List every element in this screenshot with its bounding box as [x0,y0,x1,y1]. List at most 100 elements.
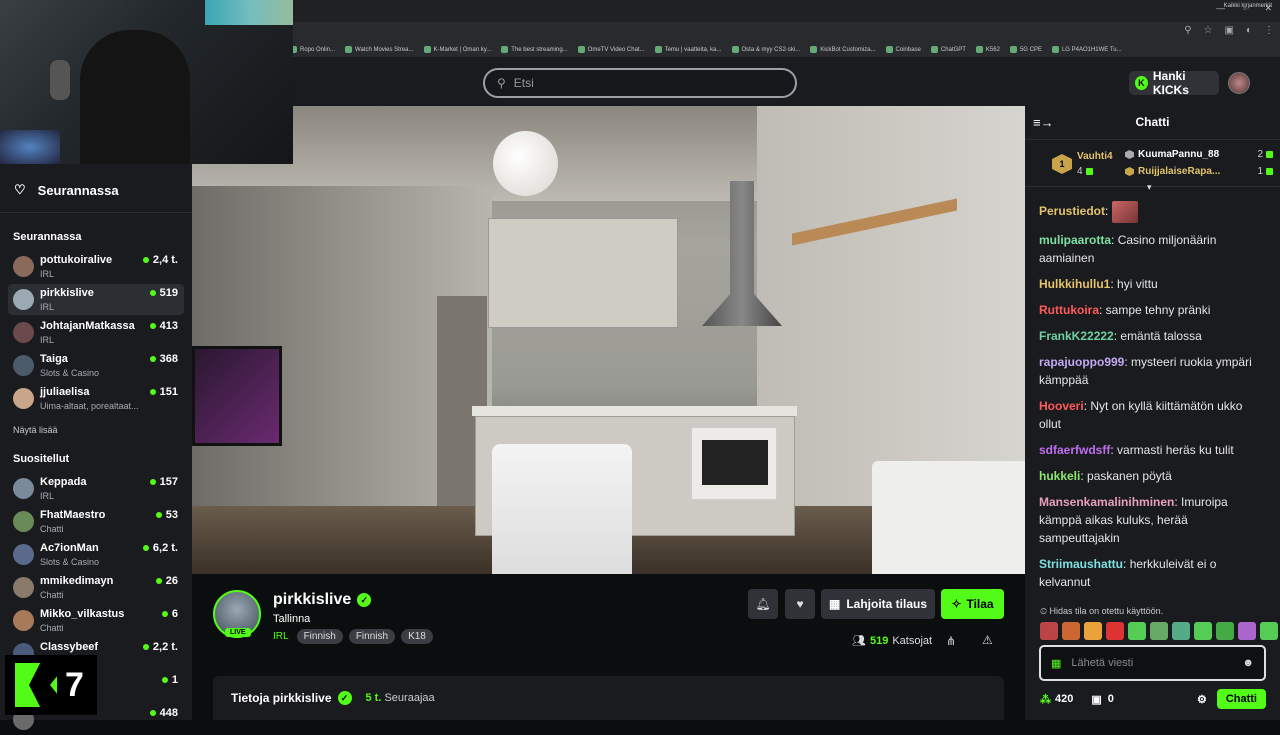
chat-username[interactable]: FrankK22222 [1039,329,1114,343]
sidebar-channel[interactable]: pirkkislive IRL 519 [8,284,184,315]
emote-icon[interactable] [1194,622,1212,640]
all-bookmarks[interactable]: Kaikki kirjanmerkit [1224,3,1272,9]
bookmark-item[interactable]: Osta & myy CS2-ski... [731,46,801,53]
star-icon[interactable]: ☆ [1204,25,1213,36]
video-player[interactable] [192,106,1025,574]
chat-username[interactable]: Hulkkihullu1 [1039,277,1110,291]
chat-username[interactable]: Ruttukoira [1039,303,1099,317]
bookmark-label: K-Market | Oman ky... [433,46,492,53]
emoji-icon[interactable]: ☻ [1242,657,1254,669]
bookmark-item[interactable]: 5G CPE [1009,46,1042,53]
leaderboard-row[interactable]: KuumaPannu_88 2 [1125,149,1273,160]
show-more-link[interactable]: Näytä lisää [13,425,58,435]
menu-icon[interactable]: ⋮ [1264,25,1274,36]
sidebar-channel[interactable]: mmikedimayn Chatti 26 [8,572,184,603]
sidebar-channel-category: Chatti [40,524,64,534]
viewer-count: 53 [165,509,178,521]
emote-icon[interactable] [1084,622,1102,640]
emote-icon[interactable] [1106,622,1124,640]
tag[interactable]: Finnish [296,629,343,644]
bookmark-icon [423,46,431,53]
bookmark-item[interactable]: Coinbase [885,46,921,53]
sidebar-channel[interactable]: pottukoiralive IRL 2,4 t. [8,251,184,282]
follower-count: 5 t. Seuraajaa [366,692,435,704]
tag[interactable]: K18 [401,629,433,644]
leaderboard-row[interactable]: RuijjalaiseRapa... 1 [1125,166,1273,177]
chat-username[interactable]: hukkeli [1039,469,1080,483]
points-value[interactable]: 420 [1055,693,1073,705]
bookmark-item[interactable]: OmeTV Video Chat... [577,46,645,53]
stream-category[interactable]: IRL [273,631,289,642]
report-icon[interactable]: ⚠ [982,633,993,647]
bookmark-item[interactable]: K-Market | Oman ky... [423,46,492,53]
gift-icon [1085,168,1093,175]
bookmark-label: LG P4AO1H1WE Tu... [1061,46,1122,53]
viewer-count: 6,2 t. [152,542,178,554]
chat-colon: : [1123,557,1130,571]
bookmark-item[interactable]: KickBot Customiza... [810,46,876,53]
tag[interactable]: Finnish [348,629,396,644]
emote-icon[interactable] [1216,622,1234,640]
profile-icon[interactable]: ◐ [1246,25,1252,36]
about-panel: Tietoja pirkkislive ✓ 5 t. Seuraajaa [213,676,1004,720]
notifications-button[interactable]: 🔔︎ [748,589,778,619]
search-input[interactable]: ⚲ Etsi [483,68,797,98]
emote-icon[interactable] [1172,622,1190,640]
share-icon[interactable]: ⋔ [946,634,956,648]
emote-icon[interactable] [1062,622,1080,640]
channel-name[interactable]: pirkkislive [273,591,351,609]
sidebar-channel[interactable]: jjuliaelisa Uima-altaat, porealtaat... 151 [8,383,184,414]
send-chat-button[interactable]: Chatti [1216,689,1266,709]
gift-icon[interactable]: ▦ [1051,657,1061,670]
sidebar-channel[interactable]: Ac7ionMan Slots & Casino 6,2 t. [8,539,184,570]
subscribe-button[interactable]: ✧ Tilaa [941,589,1004,619]
expand-leaderboard-icon[interactable]: ▾ [1147,182,1152,193]
sidebar-channel-viewers: 6 [161,608,178,620]
follower-count-label: Seuraajaa [384,692,435,704]
sidebar-channel-name: Mikko_vilkastus [40,608,125,620]
gift-subscription-button[interactable]: ▦ Lahjoita tilaus [821,589,935,619]
bookmark-item[interactable]: Ropo Onlin... [290,46,335,53]
chat-input[interactable]: ▦ Lähetä viesti ☻ [1039,645,1266,681]
channel-avatar [13,322,34,343]
zoom-icon[interactable]: ⚲ [1184,25,1191,36]
bookmark-item[interactable]: K562 [975,46,1000,53]
bookmark-item[interactable]: ChatGPT [930,46,966,53]
collapse-chat-icon[interactable]: ≡→ [1033,115,1054,130]
sidebar-channel[interactable]: Mikko_vilkastus Chatti 6 [8,605,184,636]
bookmark-icon [975,46,983,53]
emote-icon[interactable] [1238,622,1256,640]
drops-value[interactable]: 0 [1108,693,1114,705]
follow-button[interactable]: ♥ [785,589,815,619]
sidebar-channel[interactable]: FhatMaestro Chatti 53 [8,506,184,537]
bookmark-item[interactable]: Temu | vaatteita, ka... [654,46,722,53]
bookmark-item[interactable]: LG P4AO1H1WE Tu... [1051,46,1122,53]
user-avatar[interactable] [1228,72,1250,94]
sidebar-channel[interactable]: Keppada IRL 157 [8,473,184,504]
settings-icon[interactable]: ⚙ [1197,693,1207,706]
bell-icon: 🔔︎ [755,597,771,611]
chat-username[interactable]: Striimaushattu [1039,557,1123,571]
chat-username[interactable]: rapajuoppo999 [1039,355,1124,369]
chat-username[interactable]: Perustiedot [1039,204,1105,218]
bookmark-item[interactable]: The best streaming... [501,46,568,53]
emote-icon[interactable] [1150,622,1168,640]
chat-input-placeholder: Lähetä viesti [1071,657,1134,669]
chat-username[interactable]: Mansenkamalinihminen [1039,495,1174,509]
leaderboard-top-name[interactable]: Vauhti4 [1077,151,1113,162]
bookmark-label: Osta & myy CS2-ski... [741,46,801,53]
sidebar-following-link[interactable]: ♡ Seurannassa [14,182,119,198]
chat-username[interactable]: Hooveri [1039,399,1084,413]
subscribe-label: Tilaa [966,597,994,611]
emote-icon[interactable] [1260,622,1278,640]
sidebar-channel[interactable]: Taiga Slots & Casino 368 [8,350,184,381]
extensions-icon[interactable]: ▣ [1225,25,1234,36]
sidebar-channel[interactable]: JohtajanMatkassa IRL 413 [8,317,184,348]
emote-icon[interactable] [1128,622,1146,640]
sparkle-icon: ✧ [951,597,962,611]
chat-username[interactable]: sdfaerfwdsff [1039,443,1110,457]
get-kicks-button[interactable]: K Hanki KICKs [1129,69,1219,97]
chat-username[interactable]: mulipaarotta [1039,233,1111,247]
bookmark-item[interactable]: Watch Movies Strea... [345,46,414,53]
emote-icon[interactable] [1040,622,1058,640]
